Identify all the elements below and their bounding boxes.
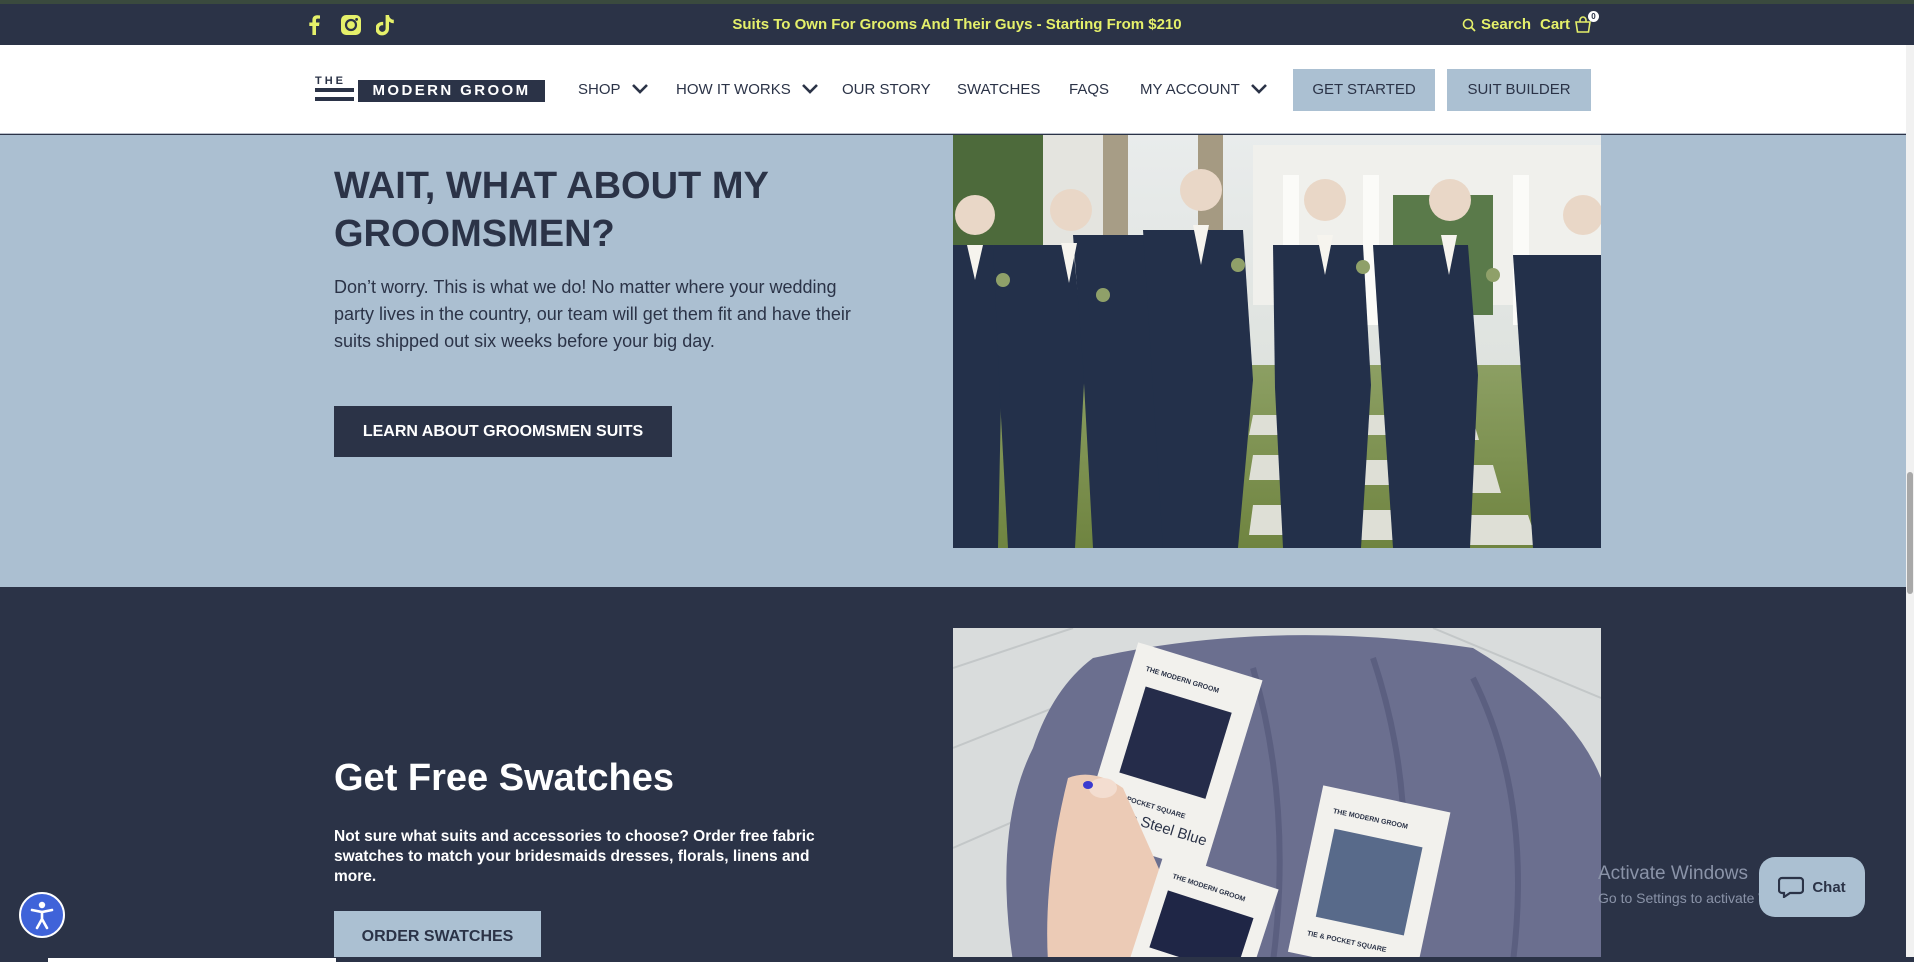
facebook-icon[interactable] xyxy=(307,4,321,45)
nav-my-account[interactable]: MY ACCOUNT xyxy=(1140,45,1268,133)
order-swatches-button[interactable]: ORDER SWATCHES xyxy=(334,911,541,962)
cart-label: Cart xyxy=(1540,16,1571,33)
announcement-bar: Suits To Own For Grooms And Their Guys -… xyxy=(0,4,1914,45)
accessibility-button[interactable] xyxy=(19,892,65,938)
swatches-description: Not sure what suits and accessories to c… xyxy=(334,828,815,885)
chevron-down-icon xyxy=(1250,84,1267,94)
main-navigation: THE MODERN GROOM SHOP HOW IT WORKS OUR S… xyxy=(0,45,1906,134)
chevron-down-icon xyxy=(801,84,818,94)
search-label: Search xyxy=(1481,16,1532,33)
cart-link[interactable]: Cart 0 xyxy=(1540,4,1600,45)
chevron-down-icon xyxy=(631,84,648,94)
nav-how-it-works-label: HOW IT WORKS xyxy=(676,80,791,98)
groomsmen-heading: WAIT, WHAT ABOUT MY GROOMSMEN? xyxy=(334,165,769,255)
logo-bar xyxy=(315,97,354,101)
announcement-text: Suits To Own For Grooms And Their Guys -… xyxy=(732,16,1182,33)
bottom-strip-highlight xyxy=(48,958,336,962)
logo-the: THE xyxy=(315,75,346,87)
groomsmen-description: Don’t worry. This is what we do! No matt… xyxy=(334,277,851,351)
accessibility-icon xyxy=(30,901,54,930)
nav-my-account-label: MY ACCOUNT xyxy=(1140,80,1240,98)
nav-our-story-label: OUR STORY xyxy=(842,80,931,98)
nav-swatches-label: SWATCHES xyxy=(957,80,1041,98)
scrollbar-thumb[interactable] xyxy=(1907,472,1913,594)
groomsmen-photo xyxy=(953,135,1601,548)
logo-bar xyxy=(315,88,354,92)
nav-faqs-label: FAQS xyxy=(1069,80,1110,98)
nav-our-story[interactable]: OUR STORY xyxy=(842,45,931,133)
swatches-heading: Get Free Swatches xyxy=(334,757,675,799)
cart-icon: 0 xyxy=(1574,10,1600,34)
logo-wordmark: MODERN GROOM xyxy=(358,80,545,102)
chat-bubble-icon xyxy=(1778,876,1805,898)
page-scrollbar[interactable] xyxy=(1906,45,1914,962)
nav-how-it-works[interactable]: HOW IT WORKS xyxy=(676,45,819,133)
nav-faqs[interactable]: FAQS xyxy=(1069,45,1109,133)
search-link[interactable]: Search xyxy=(1462,4,1531,45)
nav-shop-label: SHOP xyxy=(578,80,621,98)
cart-count-badge: 0 xyxy=(1588,10,1600,22)
get-started-button[interactable]: GET STARTED xyxy=(1293,69,1435,111)
chat-label: Chat xyxy=(1812,878,1846,896)
nav-swatches[interactable]: SWATCHES xyxy=(957,45,1040,133)
instagram-icon[interactable] xyxy=(340,4,362,45)
learn-groomsmen-button[interactable]: LEARN ABOUT GROOMSMEN SUITS xyxy=(334,406,672,457)
suit-builder-button[interactable]: SUIT BUILDER xyxy=(1447,69,1591,111)
brand-logo[interactable]: THE MODERN GROOM xyxy=(315,75,545,104)
activate-windows-title: Activate Windows xyxy=(1598,863,1748,884)
swatches-photo: TIE & POCKET SQUARE Deep Steel Blue THE … xyxy=(953,628,1601,962)
search-icon xyxy=(1462,18,1476,32)
chat-button[interactable]: Chat xyxy=(1759,857,1865,917)
nav-shop[interactable]: SHOP xyxy=(578,45,649,133)
tiktok-icon[interactable] xyxy=(376,4,396,45)
